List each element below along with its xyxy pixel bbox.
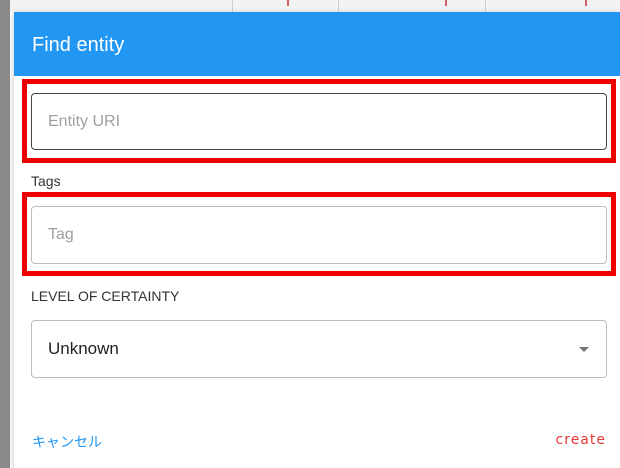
entity-uri-input[interactable]: Entity URI — [31, 93, 607, 150]
background-divider — [338, 0, 339, 12]
find-entity-dialog: Find entity Entity URI Tags Tag LEVEL OF… — [14, 12, 620, 468]
background-divider — [232, 0, 233, 12]
background-toolbar-strip — [0, 0, 620, 12]
level-of-certainty-label: LEVEL OF CERTAINTY — [31, 288, 180, 304]
entity-uri-placeholder: Entity URI — [48, 112, 121, 130]
caret-down-icon — [579, 347, 589, 352]
tag-placeholder: Tag — [48, 226, 74, 243]
cancel-button[interactable]: キャンセル — [32, 432, 102, 452]
background-overlay-edge — [0, 0, 10, 468]
background-marker — [445, 0, 447, 6]
dialog-title: Find entity — [32, 34, 125, 56]
level-of-certainty-select[interactable]: Unknown — [31, 320, 607, 378]
background-marker — [287, 0, 289, 6]
background-marker — [585, 0, 587, 6]
tag-input[interactable]: Tag — [31, 206, 607, 264]
tags-label: Tags — [31, 173, 61, 189]
level-of-certainty-value: Unknown — [48, 339, 119, 358]
background-divider — [485, 0, 486, 12]
create-button[interactable]: create — [556, 432, 606, 448]
dialog-header: Find entity — [14, 12, 620, 76]
